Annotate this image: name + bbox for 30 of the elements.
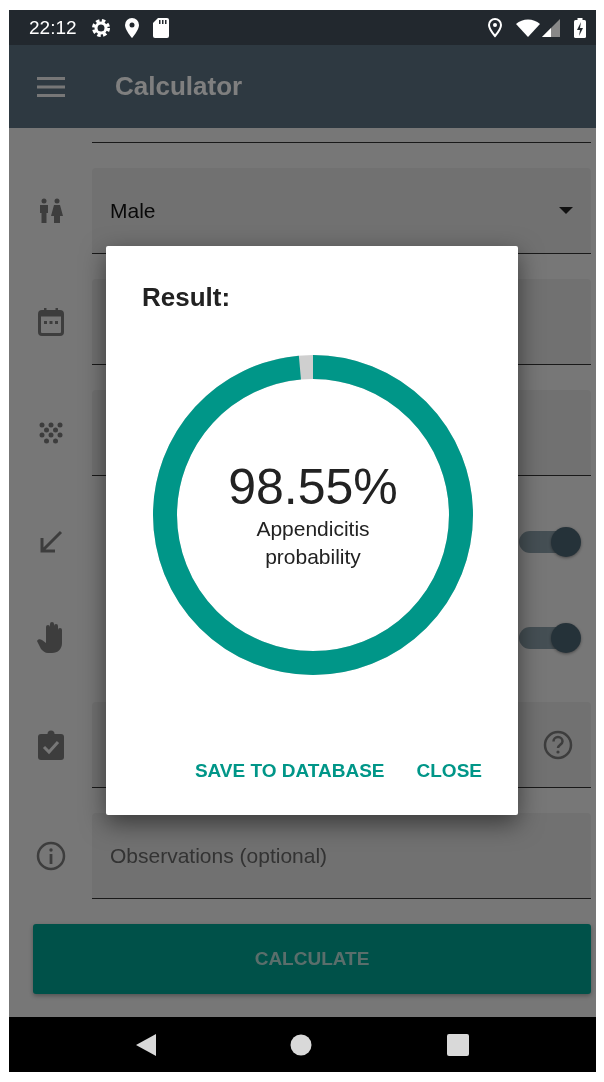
toggle-switch[interactable] [519,623,581,653]
help-icon[interactable] [543,729,573,760]
signal-icon [542,18,560,37]
app-title: Calculator [115,71,243,102]
dropdown-field[interactable]: Male [92,168,591,254]
dialog-title: Result: [142,282,232,312]
probability-caption: Appendicitis probability [255,516,371,570]
gear-icon [90,17,111,38]
home-icon[interactable] [290,1033,313,1056]
info-icon [35,841,66,871]
calendar-icon [37,308,64,336]
people-icon [38,198,63,224]
location-pin-icon [124,17,139,38]
save-button[interactable]: SAVE TO DATABASE [186,752,393,788]
clock: 22:12 [29,16,77,39]
close-button[interactable]: CLOSE [408,752,490,788]
battery-charging-icon [574,17,586,38]
dots-icon [37,421,64,445]
probability-value: 98.55% [228,460,398,516]
input-field[interactable]: Observations (optional) [92,813,591,899]
clipboard-check-icon [37,730,64,760]
toggle-switch[interactable] [519,527,581,557]
location-pin-icon [488,17,502,38]
sd-card-icon [152,17,169,38]
dropdown-arrow-icon [559,207,573,214]
menu-icon[interactable] [37,76,65,97]
arrow-icon [38,530,63,554]
wifi-icon [516,18,540,37]
recents-icon[interactable] [446,1033,469,1056]
back-icon[interactable] [136,1033,157,1056]
